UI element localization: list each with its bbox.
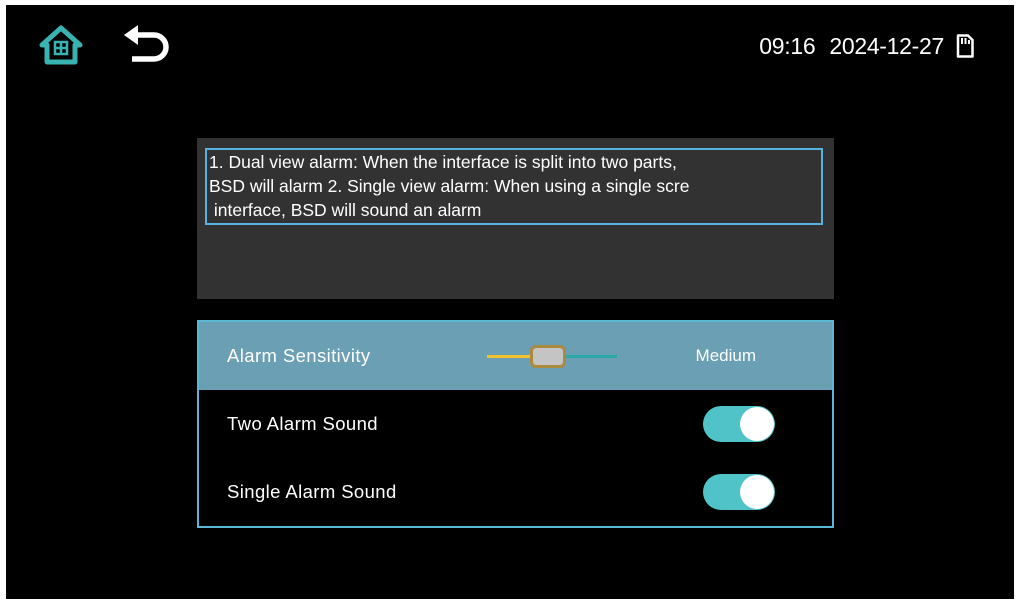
help-text-line-1: 1. Dual view alarm: When the interface i… bbox=[209, 152, 677, 172]
screen: 09:16 2024-12-27 1. Dual view alarm: Whe… bbox=[6, 5, 1014, 599]
sd-card-icon bbox=[956, 34, 974, 58]
clock-date: 2024-12-27 bbox=[829, 32, 944, 59]
two-alarm-sound-toggle[interactable] bbox=[703, 406, 775, 442]
slider-track-inactive bbox=[557, 355, 617, 358]
slider-thumb[interactable] bbox=[530, 345, 566, 368]
alarm-sensitivity-label: Alarm Sensitivity bbox=[227, 345, 371, 366]
alarm-sensitivity-row[interactable]: Alarm Sensitivity Medium bbox=[199, 322, 832, 390]
help-text-line-2: BSD will alarm 2. Single view alarm: Whe… bbox=[209, 176, 690, 196]
help-text-line-3: interface, BSD will sound an alarm bbox=[209, 200, 482, 220]
top-bar: 09:16 2024-12-27 bbox=[6, 5, 1014, 85]
help-panel: 1. Dual view alarm: When the interface i… bbox=[197, 138, 834, 299]
home-button[interactable] bbox=[38, 25, 84, 65]
clock-time: 09:16 bbox=[759, 32, 816, 59]
single-alarm-sound-row[interactable]: Single Alarm Sound bbox=[199, 458, 832, 526]
single-alarm-sound-toggle[interactable] bbox=[703, 474, 775, 510]
two-alarm-sound-row[interactable]: Two Alarm Sound bbox=[199, 390, 832, 458]
toggle-knob bbox=[740, 475, 774, 509]
alarm-sensitivity-slider[interactable] bbox=[487, 344, 617, 368]
settings-panel: Alarm Sensitivity Medium Two Alarm Sound… bbox=[197, 320, 834, 528]
toggle-knob bbox=[740, 407, 774, 441]
status-area: 09:16 2024-12-27 bbox=[759, 30, 974, 62]
home-icon bbox=[39, 25, 83, 65]
two-alarm-sound-label: Two Alarm Sound bbox=[227, 413, 378, 434]
back-button[interactable] bbox=[122, 25, 170, 65]
single-alarm-sound-label: Single Alarm Sound bbox=[227, 481, 397, 502]
back-arrow-icon bbox=[124, 25, 169, 62]
help-text-box: 1. Dual view alarm: When the interface i… bbox=[205, 148, 823, 225]
alarm-sensitivity-value: Medium bbox=[695, 346, 756, 365]
